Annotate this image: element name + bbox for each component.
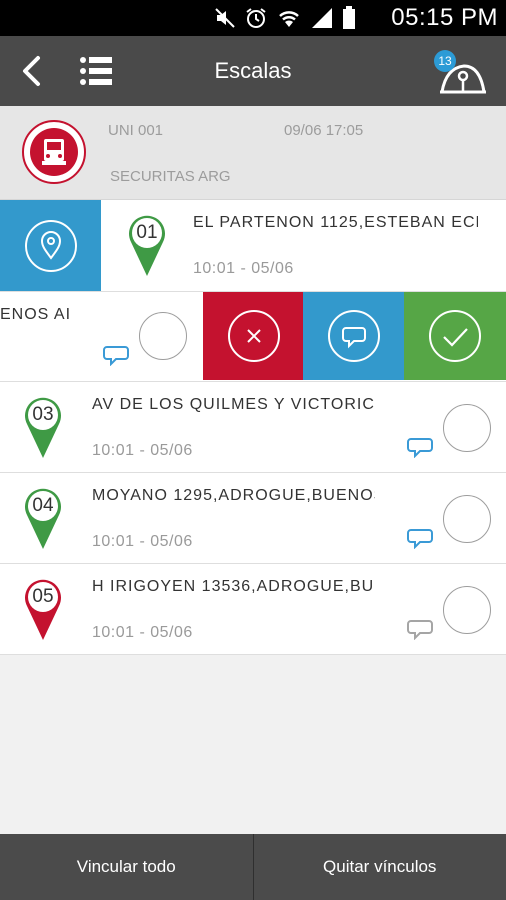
location-action-circle <box>25 220 77 272</box>
app-bar: Escalas 13 <box>0 36 506 106</box>
stop-row-01[interactable]: 01 EL PARTENON 1125,ESTEBAN ECH 10:01 - … <box>0 200 506 292</box>
stop-checkbox-02[interactable] <box>139 312 187 360</box>
status-icons <box>214 6 356 30</box>
stop-time-05: 10:01 - 05/06 <box>92 624 193 641</box>
cancel-icon <box>247 329 261 343</box>
check-icon <box>443 328 468 347</box>
comment-bubble-icon[interactable] <box>407 527 433 549</box>
location-action[interactable] <box>0 200 101 291</box>
comment-action[interactable] <box>303 292 404 380</box>
unit-company: SECURITAS ARG <box>110 168 231 185</box>
wifi-icon <box>279 11 299 27</box>
stop-checkbox-04[interactable] <box>443 495 491 543</box>
truck-avatar <box>22 120 86 184</box>
stop-row-04[interactable]: 04 MOYANO 1295,ADROGUE,BUENOS 10:01 - 05… <box>0 473 506 564</box>
stop-address-05: H IRIGOYEN 13536,ADROGUE,BUE <box>92 578 375 595</box>
stop-row-05[interactable]: 05 H IRIGOYEN 13536,ADROGUE,BUE 10:01 - … <box>0 564 506 655</box>
cancel-action[interactable] <box>203 292 303 380</box>
status-time: 05:15 PM <box>391 4 498 31</box>
stop-number-04: 04 <box>32 495 54 516</box>
stop-time-04: 10:01 - 05/06 <box>92 533 193 550</box>
stop-time-01: 10:01 - 05/06 <box>193 260 294 277</box>
stop-number-01: 01 <box>136 222 158 243</box>
stop-address-04: MOYANO 1295,ADROGUE,BUENOS <box>92 487 375 504</box>
route-badge: 13 <box>434 50 456 72</box>
signal-icon <box>312 8 332 28</box>
unit-header: UNI 001 09/06 17:05 SECURITAS ARG <box>0 106 506 200</box>
comment-bubble-icon[interactable] <box>103 344 129 366</box>
check-action[interactable] <box>404 292 506 380</box>
route-button[interactable]: 13 <box>434 50 490 96</box>
stop-checkbox-05[interactable] <box>443 586 491 634</box>
comment-action-circle <box>328 310 380 362</box>
stop-number-05: 05 <box>32 586 54 607</box>
stop-time-03: 10:01 - 05/06 <box>92 442 193 459</box>
battery-icon <box>343 6 355 29</box>
comment-bubble-icon[interactable] <box>407 618 433 640</box>
stop-address-01: EL PARTENON 1125,ESTEBAN ECH <box>193 214 478 231</box>
bottom-bar: Vincular todo Quitar vínculos <box>0 834 506 900</box>
location-icon <box>40 231 62 260</box>
stop-number-03: 03 <box>32 404 54 425</box>
alarm-icon <box>246 8 266 28</box>
check-action-circle <box>429 310 481 362</box>
cancel-action-circle <box>228 310 280 362</box>
truck-icon <box>42 139 66 165</box>
remove-links-button[interactable]: Quitar vínculos <box>254 834 506 900</box>
link-all-button[interactable]: Vincular todo <box>0 834 253 900</box>
mute-icon <box>215 8 235 28</box>
comment-icon <box>342 327 366 349</box>
status-bar: 05:15 PM <box>0 0 506 36</box>
page-title: Escalas <box>214 58 292 83</box>
stop-row-02[interactable]: ENOS AI <box>0 292 506 382</box>
unit-datetime: 09/06 17:05 <box>284 122 364 139</box>
unit-name: UNI 001 <box>108 122 164 139</box>
comment-bubble-icon[interactable] <box>407 436 433 458</box>
stop-address-03: AV DE LOS QUILMES Y VICTORICA <box>92 396 375 413</box>
stop-checkbox-03[interactable] <box>443 404 491 452</box>
stop-row-03[interactable]: 03 AV DE LOS QUILMES Y VICTORICA 10:01 -… <box>0 382 506 473</box>
stop-address-02: ENOS AI <box>0 306 72 323</box>
